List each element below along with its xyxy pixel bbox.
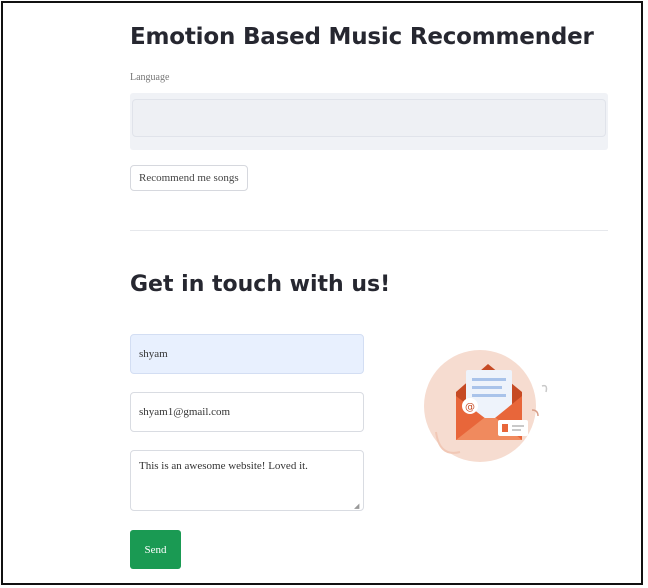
envelope-mail-icon: @: [424, 350, 548, 462]
language-label: Language: [130, 72, 170, 83]
name-input[interactable]: [130, 334, 364, 374]
svg-text:@: @: [465, 402, 475, 413]
language-select-container: [130, 93, 608, 150]
message-textarea[interactable]: This is an awesome website! Loved it.: [130, 450, 364, 511]
recommend-songs-button[interactable]: Recommend me songs: [130, 165, 248, 191]
page-title: Emotion Based Music Recommender: [130, 24, 594, 50]
email-input[interactable]: [130, 392, 364, 432]
resize-handle-icon[interactable]: ◢: [354, 502, 361, 510]
contact-heading: Get in touch with us!: [130, 272, 391, 297]
language-select[interactable]: [132, 99, 606, 137]
section-divider: [130, 230, 608, 231]
send-button[interactable]: Send: [130, 530, 181, 569]
